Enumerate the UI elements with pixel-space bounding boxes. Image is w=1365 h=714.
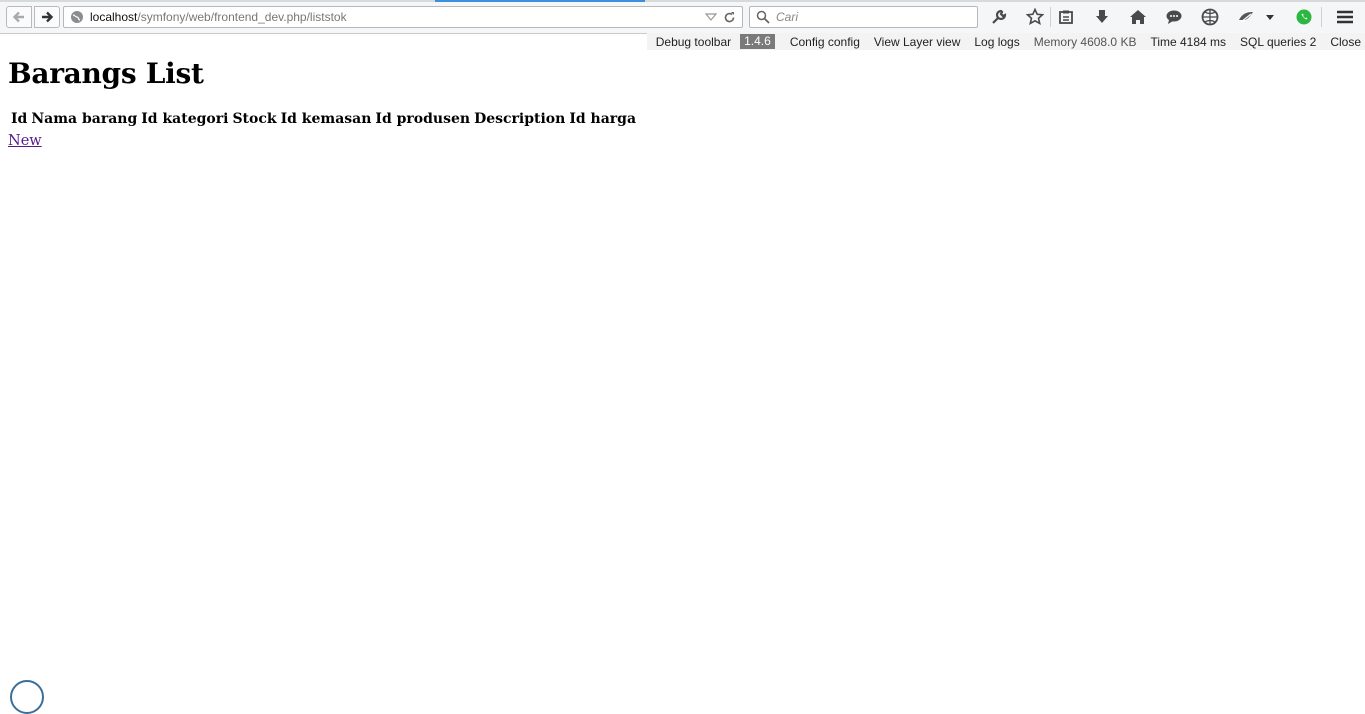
reload-icon[interactable] [723,11,736,24]
search-input[interactable] [774,9,968,25]
page-title: Barangs List [8,57,204,90]
toolbar-separator [1050,7,1051,27]
whatsapp-icon[interactable] [1293,7,1315,27]
debug-toolbar: Debug toolbar 1.4.6 Config config View L… [646,33,1365,50]
search-bar[interactable] [749,6,978,28]
magnifier-icon [756,10,770,24]
url-text[interactable]: localhost/symfony/web/frontend_dev.php/l… [90,10,347,24]
globe-addon-icon[interactable] [1199,7,1221,27]
column-header-id-kemasan: Id kemasan [280,111,372,127]
new-barang-link[interactable]: New [8,133,42,149]
back-button[interactable] [6,6,32,28]
debug-logs-link[interactable]: Log logs [974,35,1019,49]
column-header-description: Description [474,111,566,127]
debug-sql-link[interactable]: SQL queries 2 [1240,35,1316,49]
corner-logo-icon [10,680,44,714]
page-content: Barangs List Id Nama barang Id kategori … [8,51,639,149]
home-icon[interactable] [1127,7,1149,27]
browser-toolbar: localhost/symfony/web/frontend_dev.php/l… [0,0,1365,34]
forward-button[interactable] [34,6,60,28]
debug-view-link[interactable]: View Layer view [874,35,960,49]
globe-icon [70,10,84,24]
arrow-right-icon [42,11,54,23]
clipboard-icon[interactable] [1055,7,1077,27]
menu-icon[interactable] [1334,7,1356,27]
column-header-nama-barang: Nama barang [31,111,138,127]
dropdown-history-icon[interactable] [705,12,717,22]
table-header-row: Id Nama barang Id kategori Stock Id kema… [10,110,637,128]
barangs-table: Id Nama barang Id kategori Stock Id kema… [8,108,639,130]
debug-time-link[interactable]: Time 4184 ms [1150,35,1226,49]
debug-toolbar-label[interactable]: Debug toolbar [656,35,731,49]
url-path: /symfony/web/frontend_dev.php/liststok [137,10,347,24]
column-header-stock: Stock [232,111,277,127]
extension-icon[interactable] [1235,7,1257,27]
symfony-version-badge: 1.4.6 [740,34,775,49]
tab-strip [0,0,1365,2]
star-icon[interactable] [1024,7,1046,27]
arrow-left-icon [12,11,24,23]
wrench-icon[interactable] [988,7,1010,27]
address-bar[interactable]: localhost/symfony/web/frontend_dev.php/l… [63,6,743,28]
debug-close-button[interactable]: Close [1330,35,1361,49]
column-header-id-produsen: Id produsen [375,111,471,127]
toolbar-separator [1321,7,1322,27]
column-header-id: Id [11,111,28,127]
active-tab-indicator[interactable] [435,0,645,2]
chevron-down-icon[interactable] [1262,7,1278,27]
column-header-id-harga: Id harga [569,111,637,127]
debug-memory: Memory 4608.0 KB [1033,34,1137,49]
chat-icon[interactable] [1163,7,1185,27]
column-header-id-kategori: Id kategori [141,111,229,127]
debug-config-link[interactable]: Config config [790,35,860,49]
download-icon[interactable] [1091,7,1113,27]
url-host: localhost [90,10,138,24]
